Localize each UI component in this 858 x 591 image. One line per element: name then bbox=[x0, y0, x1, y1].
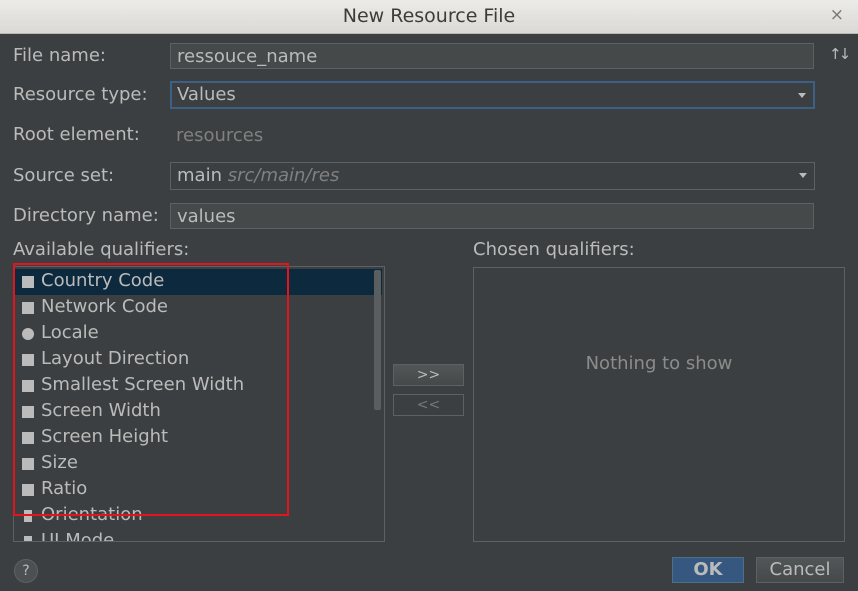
file-name-input[interactable]: ressouce_name bbox=[170, 43, 814, 69]
root-element-value: resources bbox=[176, 125, 264, 146]
close-icon[interactable]: × bbox=[830, 5, 844, 25]
ok-button[interactable]: OK bbox=[672, 557, 744, 583]
list-item-label: Locale bbox=[41, 322, 99, 343]
list-item-label: UI Mode bbox=[41, 530, 115, 542]
ratio-icon bbox=[22, 484, 34, 496]
list-item-ui-mode[interactable]: UI Mode bbox=[14, 529, 384, 542]
ui-mode-icon bbox=[24, 536, 32, 541]
chevron-down-icon bbox=[798, 93, 806, 98]
list-item-country-code[interactable]: Country Code bbox=[14, 269, 382, 295]
layout-direction-icon bbox=[22, 354, 34, 366]
globe-icon bbox=[22, 328, 34, 340]
list-item-label: Ratio bbox=[41, 478, 88, 499]
list-item-orientation[interactable]: Orientation bbox=[14, 503, 384, 529]
size-icon bbox=[22, 458, 34, 470]
chevron-down-icon bbox=[799, 173, 807, 178]
root-element-label: Root element: bbox=[13, 124, 140, 145]
list-item-label: Orientation bbox=[41, 504, 143, 525]
orientation-icon bbox=[24, 510, 32, 522]
directory-name-label: Directory name: bbox=[13, 205, 159, 226]
list-item-network-code[interactable]: Network Code bbox=[14, 295, 384, 321]
smallest-width-icon bbox=[22, 380, 34, 392]
resource-type-select[interactable]: Values bbox=[170, 81, 815, 109]
list-item-screen-height[interactable]: Screen Height bbox=[14, 425, 384, 451]
title-bar: New Resource File × bbox=[0, 0, 858, 34]
chosen-qualifiers-label: Chosen qualifiers: bbox=[473, 239, 635, 260]
available-qualifiers-label: Available qualifiers: bbox=[13, 239, 190, 260]
resource-type-label: Resource type: bbox=[13, 84, 148, 105]
network-code-icon bbox=[22, 302, 34, 314]
sort-icon[interactable]: ↑↓ bbox=[829, 45, 851, 63]
available-qualifiers-list[interactable]: Country Code Network Code Locale Layout … bbox=[13, 266, 385, 542]
list-scrollbar[interactable] bbox=[374, 270, 381, 410]
help-icon[interactable]: ? bbox=[14, 559, 38, 583]
list-item-locale[interactable]: Locale bbox=[14, 321, 384, 347]
list-item-size[interactable]: Size bbox=[14, 451, 384, 477]
list-item-label: Size bbox=[41, 452, 78, 473]
list-item-label: Network Code bbox=[41, 296, 168, 317]
list-item-label: Country Code bbox=[41, 270, 165, 291]
country-code-icon bbox=[22, 276, 34, 288]
screen-height-icon bbox=[22, 432, 34, 444]
list-item-layout-direction[interactable]: Layout Direction bbox=[14, 347, 384, 373]
source-set-select[interactable]: main src/main/res bbox=[170, 162, 815, 190]
source-set-value: main bbox=[177, 165, 222, 186]
list-item-ratio[interactable]: Ratio bbox=[14, 477, 384, 503]
add-qualifier-button[interactable]: >> bbox=[393, 364, 464, 386]
list-item-label: Smallest Screen Width bbox=[41, 374, 245, 395]
empty-state-text: Nothing to show bbox=[585, 353, 733, 374]
resource-type-value: Values bbox=[177, 84, 236, 105]
remove-qualifier-button[interactable]: << bbox=[393, 394, 464, 416]
source-set-label: Source set: bbox=[13, 165, 115, 186]
cancel-button[interactable]: Cancel bbox=[756, 557, 844, 583]
file-name-label: File name: bbox=[13, 45, 106, 66]
dialog-title: New Resource File bbox=[342, 5, 516, 27]
list-item-smallest-screen-width[interactable]: Smallest Screen Width bbox=[14, 373, 384, 399]
list-item-screen-width[interactable]: Screen Width bbox=[14, 399, 384, 425]
list-item-label: Layout Direction bbox=[41, 348, 190, 369]
list-item-label: Screen Width bbox=[41, 400, 161, 421]
screen-width-icon bbox=[22, 406, 34, 418]
source-set-path: src/main/res bbox=[227, 165, 340, 186]
chosen-qualifiers-list[interactable]: Nothing to show bbox=[473, 267, 845, 542]
directory-name-input[interactable]: values bbox=[170, 203, 814, 229]
list-item-label: Screen Height bbox=[41, 426, 169, 447]
